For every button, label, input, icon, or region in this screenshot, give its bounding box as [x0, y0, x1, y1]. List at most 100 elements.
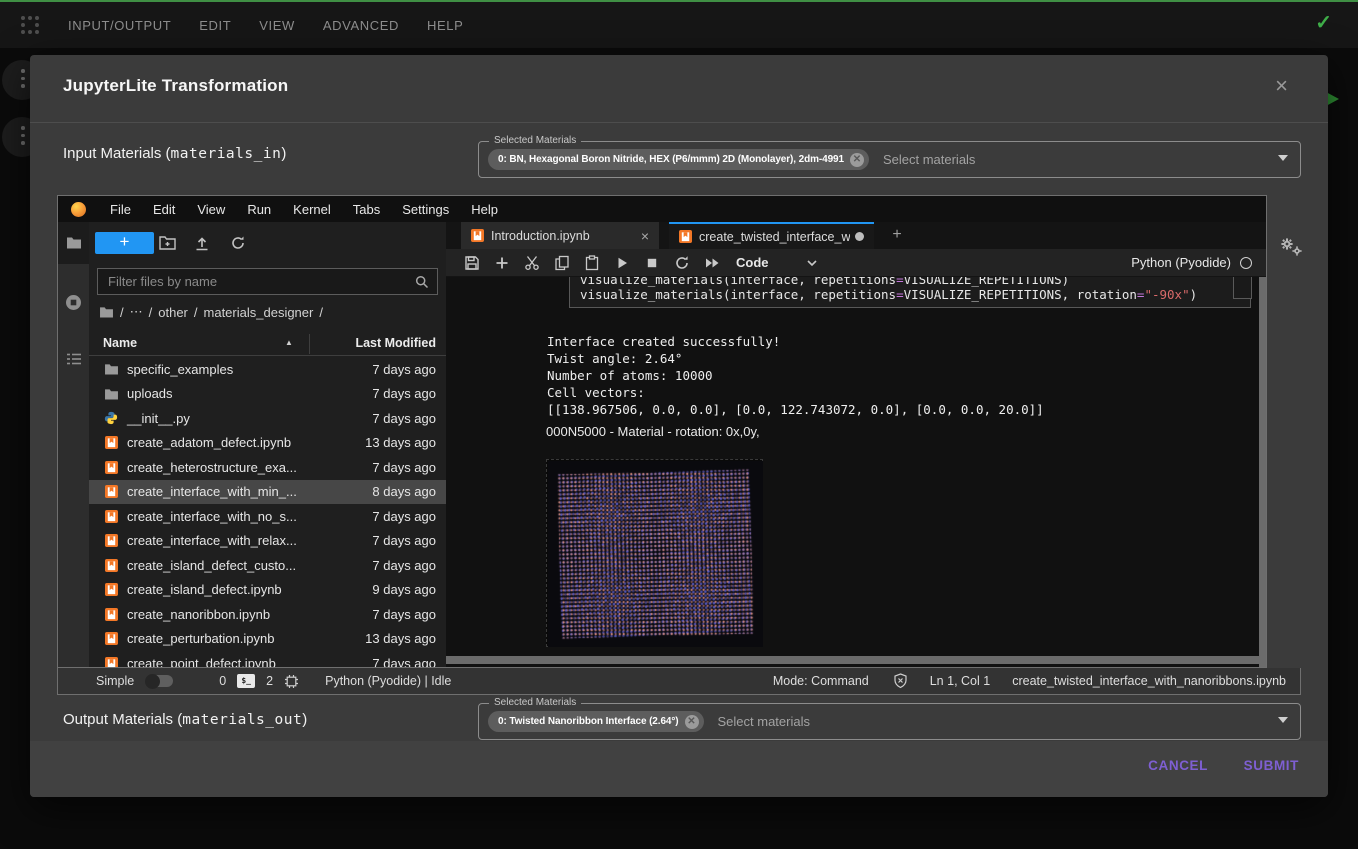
file-row[interactable]: create_island_defect.ipynb9 days ago [89, 578, 446, 603]
file-row[interactable]: create_point_defect.ipynb7 days ago [89, 651, 446, 667]
file-row[interactable]: uploads 7 days ago [89, 382, 446, 407]
menu-item-advanced[interactable]: ADVANCED [323, 18, 399, 33]
file-row[interactable]: create_perturbation.ipynb13 days ago [89, 627, 446, 652]
close-icon[interactable]: × [1275, 75, 1288, 97]
tab-create-twisted-interface[interactable]: create_twisted_interface_w [669, 222, 874, 249]
notebook-icon [103, 631, 119, 647]
refresh-icon[interactable] [230, 235, 247, 252]
check-icon[interactable]: ✓ [1315, 10, 1332, 35]
file-row[interactable]: specific_examples7 days ago [89, 357, 446, 382]
file-row[interactable]: create_heterostructure_exa...7 days ago [89, 455, 446, 480]
kernel-status-label[interactable]: Python (Pyodide) | Idle [325, 674, 451, 688]
jlab-menu-view[interactable]: View [197, 202, 225, 217]
cursor-position-label[interactable]: Ln 1, Col 1 [930, 674, 990, 688]
run-icon[interactable] [614, 255, 630, 271]
running-kernels-tab-icon[interactable] [65, 294, 82, 311]
jlab-menu-run[interactable]: Run [247, 202, 271, 217]
command-mode-label[interactable]: Mode: Command [773, 674, 869, 688]
cell-toolbar-button[interactable] [1233, 277, 1252, 299]
menu-item-input-output[interactable]: INPUT/OUTPUT [68, 18, 171, 33]
file-row[interactable]: create_nanoribbon.ipynb7 days ago [89, 602, 446, 627]
save-icon[interactable] [464, 255, 480, 271]
restart-kernel-icon[interactable] [674, 255, 690, 271]
sort-arrow-icon: ▲ [285, 338, 293, 347]
kernel-name-label[interactable]: Python (Pyodide) [1131, 255, 1231, 270]
chevron-down-icon[interactable] [1278, 717, 1288, 723]
notebook-tabbar: Introduction.ipynb × create_twisted_inte… [446, 222, 1266, 249]
terminal-icon[interactable]: $_ [237, 674, 255, 688]
submit-button[interactable]: SUBMIT [1244, 758, 1299, 773]
jlab-menu-tabs[interactable]: Tabs [353, 202, 380, 217]
app-menubar: INPUT/OUTPUT EDIT VIEW ADVANCED HELP [0, 2, 1358, 48]
material-chip-label: 0: BN, Hexagonal Boron Nitride, HEX (P6/… [498, 154, 844, 165]
stop-icon[interactable] [644, 255, 660, 271]
file-row[interactable]: __init__.py7 days ago [89, 406, 446, 431]
menu-item-help[interactable]: HELP [427, 18, 463, 33]
jlab-menu-help[interactable]: Help [471, 202, 498, 217]
horizontal-scrollbar[interactable] [446, 656, 1259, 664]
column-header-modified[interactable]: Last Modified [355, 336, 436, 350]
new-tab-button[interactable]: + [884, 226, 910, 246]
file-row[interactable]: create_adatom_defect.ipynb13 days ago [89, 431, 446, 456]
kernel-status-icon[interactable] [1240, 257, 1252, 269]
paste-icon[interactable] [584, 255, 600, 271]
file-row[interactable]: create_interface_with_min_...8 days ago [89, 480, 446, 505]
chevron-down-icon[interactable] [805, 256, 819, 270]
chip-remove-icon[interactable]: ✕ [850, 153, 864, 167]
menu-item-edit[interactable]: EDIT [199, 18, 231, 33]
cell-type-select[interactable]: Code [736, 255, 769, 270]
table-of-contents-tab-icon[interactable] [65, 350, 82, 367]
file-row[interactable]: create_island_defect_custo...7 days ago [89, 553, 446, 578]
breadcrumb-segment[interactable]: other [158, 305, 188, 320]
file-filter-input[interactable] [98, 269, 437, 294]
tab-introduction[interactable]: Introduction.ipynb × [461, 222, 659, 249]
material-visualization[interactable] [546, 459, 763, 647]
jlab-menu-kernel[interactable]: Kernel [293, 202, 331, 217]
tab-label: create_twisted_interface_w [699, 230, 850, 244]
file-modified: 13 days ago [365, 435, 436, 450]
notebook-content[interactable]: visualize_materials(interface, repetitio… [446, 277, 1259, 656]
app-grid-icon[interactable] [21, 16, 39, 34]
input-materials-select[interactable]: Selected Materials 0: BN, Hexagonal Boro… [478, 141, 1301, 178]
material-chip[interactable]: 0: BN, Hexagonal Boron Nitride, HEX (P6/… [488, 149, 869, 170]
file-name: create_interface_with_relax... [127, 533, 297, 548]
new-folder-icon[interactable] [159, 235, 176, 252]
notebook-icon [103, 655, 119, 667]
copy-icon[interactable] [554, 255, 570, 271]
home-folder-icon[interactable] [99, 306, 114, 318]
jlab-menu-settings[interactable]: Settings [402, 202, 449, 217]
file-name: specific_examples [127, 362, 233, 377]
chevron-down-icon[interactable] [1278, 155, 1288, 161]
breadcrumb-segment[interactable]: materials_designer [204, 305, 314, 320]
run-all-icon[interactable] [704, 255, 720, 271]
python-icon [103, 410, 119, 426]
untrusted-shield-icon[interactable] [893, 673, 908, 689]
kernel-chip-icon[interactable] [284, 674, 299, 689]
column-header-name[interactable]: Name [103, 336, 137, 350]
file-row[interactable]: create_interface_with_no_s...7 days ago [89, 504, 446, 529]
upload-icon[interactable] [194, 235, 211, 252]
jupyterlab-frame: File Edit View Run Kernel Tabs Settings … [57, 195, 1267, 668]
breadcrumb-ellipsis[interactable]: ⋯ [130, 304, 143, 320]
jlab-menu-edit[interactable]: Edit [153, 202, 175, 217]
vertical-scrollbar[interactable] [1259, 277, 1266, 667]
file-browser-tab-icon[interactable] [65, 234, 82, 251]
tab-close-icon[interactable]: × [633, 228, 649, 244]
file-row[interactable]: create_interface_with_relax...7 days ago [89, 529, 446, 554]
menu-item-view[interactable]: VIEW [259, 18, 295, 33]
file-name: uploads [127, 386, 173, 401]
code-cell[interactable]: visualize_materials(interface, repetitio… [569, 277, 1251, 308]
dialog-title: JupyterLite Transformation [63, 76, 288, 96]
cancel-button[interactable]: CANCEL [1148, 758, 1208, 773]
settings-gears-icon[interactable] [1278, 235, 1304, 257]
new-launcher-button[interactable]: + [95, 232, 154, 254]
simple-mode-toggle[interactable] [146, 675, 173, 687]
material-chip[interactable]: 0: Twisted Nanoribbon Interface (2.64°) … [488, 711, 704, 732]
jlab-menu-file[interactable]: File [110, 202, 131, 217]
output-materials-select[interactable]: Selected Materials 0: Twisted Nanoribbon… [478, 703, 1301, 740]
cut-icon[interactable] [524, 255, 540, 271]
add-cell-icon[interactable] [494, 255, 510, 271]
chip-remove-icon[interactable]: ✕ [685, 715, 699, 729]
output-line: [[138.967506, 0.0, 0.0], [0.0, 122.74307… [547, 402, 1044, 417]
file-modified: 7 days ago [372, 386, 436, 401]
